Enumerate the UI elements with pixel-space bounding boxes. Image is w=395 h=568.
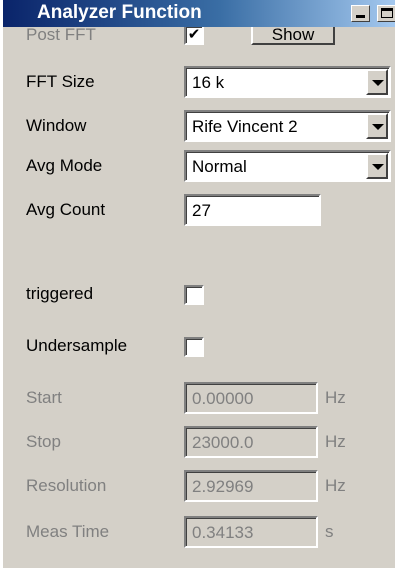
- avg-count-label: Avg Count: [26, 200, 106, 219]
- triggered-row: triggered: [3, 278, 395, 318]
- analyzer-function-window: Analyzer Function Post FFT ✔ Show FFT Si…: [0, 0, 395, 568]
- window-row: Window Rife Vincent 2: [3, 106, 395, 146]
- meas-time-label: Meas Time: [26, 522, 110, 541]
- post-fft-row: Post FFT ✔ Show: [3, 0, 395, 48]
- avg-mode-dropdown-button[interactable]: [366, 153, 388, 179]
- window-label: Window: [26, 116, 87, 135]
- stop-field: 23000.0: [184, 426, 318, 458]
- show-button[interactable]: Show: [251, 27, 335, 45]
- fft-size-row: FFT Size 16 k: [3, 62, 395, 102]
- undersample-checkbox[interactable]: [184, 337, 204, 357]
- avg-mode-select[interactable]: Normal: [184, 150, 391, 182]
- window-dropdown-button[interactable]: [366, 113, 388, 139]
- start-unit: Hz: [325, 388, 346, 407]
- avg-count-value: 27: [192, 201, 211, 220]
- start-value: 0.00000: [192, 389, 254, 408]
- undersample-label: Undersample: [26, 336, 128, 355]
- avg-mode-row: Avg Mode Normal: [3, 146, 395, 186]
- fft-size-label: FFT Size: [26, 72, 95, 91]
- stop-row: Stop 23000.0 Hz: [3, 422, 395, 462]
- stop-value: 23000.0: [192, 433, 254, 452]
- stop-unit: Hz: [325, 432, 346, 451]
- start-row: Start 0.00000 Hz: [3, 378, 395, 418]
- fft-size-dropdown-button[interactable]: [366, 69, 388, 95]
- avg-mode-value: Normal: [192, 157, 247, 176]
- avg-mode-label: Avg Mode: [26, 156, 103, 175]
- window-value: Rife Vincent 2: [192, 117, 298, 136]
- window-select[interactable]: Rife Vincent 2: [184, 110, 391, 142]
- start-label: Start: [26, 388, 62, 407]
- resolution-field: 2.92969: [184, 470, 318, 502]
- avg-count-input[interactable]: 27: [184, 194, 321, 226]
- start-field: 0.00000: [184, 382, 318, 414]
- meas-time-value: 0.34133: [192, 523, 254, 542]
- triggered-label: triggered: [26, 284, 94, 303]
- undersample-row: Undersample: [3, 330, 395, 370]
- resolution-label: Resolution: [26, 476, 107, 495]
- resolution-value: 2.92969: [192, 477, 254, 496]
- meas-time-field: 0.34133: [184, 516, 318, 548]
- fft-size-select[interactable]: 16 k: [184, 66, 391, 98]
- post-fft-label: Post FFT: [26, 27, 96, 44]
- resolution-unit: Hz: [325, 476, 346, 495]
- post-fft-checkbox[interactable]: ✔: [184, 27, 204, 45]
- fft-size-value: 16 k: [192, 73, 225, 92]
- stop-label: Stop: [26, 432, 61, 451]
- meas-time-unit: s: [325, 522, 334, 541]
- meas-time-row: Meas Time 0.34133 s: [3, 510, 395, 550]
- avg-count-row: Avg Count 27: [3, 190, 395, 230]
- triggered-checkbox[interactable]: [184, 285, 204, 305]
- resolution-row: Resolution 2.92969 Hz: [3, 466, 395, 506]
